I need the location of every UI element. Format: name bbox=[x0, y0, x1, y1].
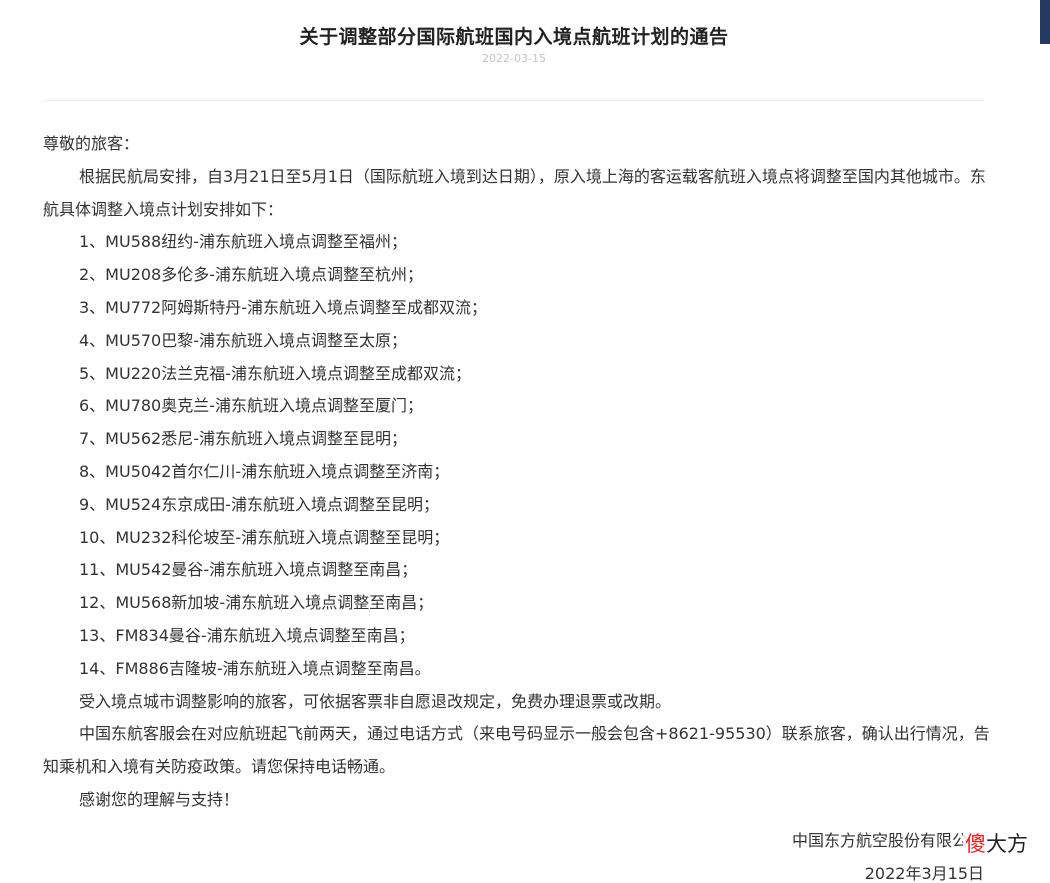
list-item: 9、MU524东京成田-浦东航班入境点调整至昆明； bbox=[79, 494, 440, 514]
thanks-paragraph: 感谢您的理解与支持！ bbox=[79, 789, 240, 809]
watermark-logo: 傻大方 bbox=[963, 828, 1030, 858]
list-item: 7、MU562悉尼-浦东航班入境点调整至昆明； bbox=[79, 429, 408, 449]
list-item: 13、FM834曼谷-浦东航班入境点调整至南昌； bbox=[79, 625, 415, 645]
scrollbar-thumb[interactable] bbox=[1040, 0, 1050, 44]
list-item: 10、MU232科伦坡至-浦东航班入境点调整至昆明； bbox=[79, 527, 450, 547]
watermark-text: 大方 bbox=[986, 832, 1028, 856]
list-item: 1、MU588纽约-浦东航班入境点调整至福州； bbox=[79, 232, 408, 252]
list-item: 3、MU772阿姆斯特丹-浦东航班入境点调整至成都双流； bbox=[79, 297, 488, 317]
list-item: 5、MU220法兰克福-浦东航班入境点调整至成都双流； bbox=[79, 363, 472, 383]
article-title: 关于调整部分国际航班国内入境点航班计划的通告 bbox=[299, 26, 729, 48]
article-body: 尊敬的旅客： 根据民航局安排，自3月21日至5月1日（国际航班入境到达日期），原… bbox=[43, 128, 993, 883]
signature-company: 中国东方航空股份有限公司 bbox=[791, 830, 984, 850]
watermark-accent-char: 傻 bbox=[965, 832, 986, 856]
list-item: 12、MU568新加坡-浦东航班入境点调整至南昌； bbox=[79, 593, 434, 613]
list-item: 14、FM886吉隆坡-浦东航班入境点调整至南昌。 bbox=[79, 658, 431, 678]
list-item: 8、MU5042首尔仁川-浦东航班入境点调整至济南； bbox=[79, 461, 450, 481]
flight-list: 1、MU588纽约-浦东航班入境点调整至福州； 2、MU208多伦多-浦东航班入… bbox=[43, 226, 993, 685]
intro-paragraph: 根据民航局安排，自3月21日至5月1日（国际航班入境到达日期），原入境上海的客运… bbox=[43, 166, 986, 219]
refund-paragraph: 受入境点城市调整影响的旅客，可依据客票非自愿退改规定，免费办理退票或改期。 bbox=[79, 691, 672, 711]
publish-date: 2022-03-15 bbox=[482, 52, 546, 65]
contact-paragraph: 中国东航客服会在对应航班起飞前两天，通过电话方式（来电号码显示一般会包含+862… bbox=[43, 724, 990, 777]
list-item: 4、MU570巴黎-浦东航班入境点调整至太原； bbox=[79, 330, 408, 350]
list-item: 2、MU208多伦多-浦东航班入境点调整至杭州； bbox=[79, 265, 424, 285]
title-divider bbox=[43, 100, 984, 101]
list-item: 11、MU542曼谷-浦东航班入境点调整至南昌； bbox=[79, 560, 418, 580]
signature-date: 2022年3月15日 bbox=[864, 863, 984, 883]
greeting: 尊敬的旅客： bbox=[43, 134, 140, 153]
list-item: 6、MU780奥克兰-浦东航班入境点调整至厦门； bbox=[79, 396, 424, 416]
